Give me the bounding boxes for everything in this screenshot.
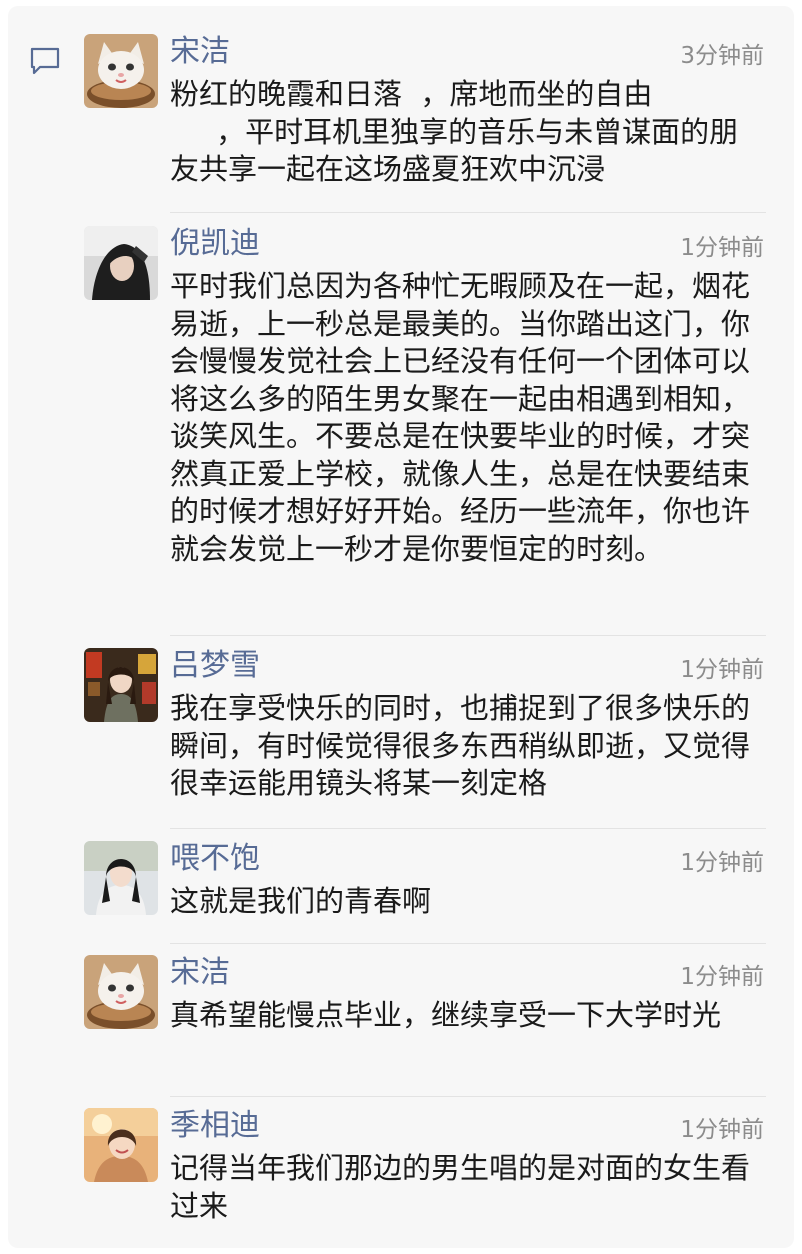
avatar[interactable]: [84, 226, 158, 300]
comment-timestamp: 3分钟前: [680, 43, 764, 69]
comment-text: 我在享受快乐的同时，也捕捉到了很多快乐的瞬间，有时候觉得很多东西稍纵即逝，又觉得…: [170, 691, 751, 800]
comment-author[interactable]: 宋洁: [170, 30, 230, 74]
comment-icon[interactable]: [28, 44, 62, 78]
comment-author[interactable]: 喂不饱: [170, 837, 260, 881]
comment-author[interactable]: 吕梦雪: [170, 644, 260, 688]
divider: [170, 1096, 766, 1097]
avatar[interactable]: [84, 841, 158, 915]
comment-text: 这就是我们的青春啊: [170, 884, 432, 918]
avatar[interactable]: [84, 1108, 158, 1182]
comment-timestamp: 1分钟前: [680, 657, 764, 683]
comment-text: 平时我们总因为各种忙无暇顾及在一起，烟花易逝，上一秒总是最美的。当你踏出这门，你…: [170, 269, 751, 566]
divider: [170, 635, 766, 636]
comments-panel: [8, 6, 794, 1248]
comment-text: 粉红的晚霞和日落 ，席地而坐的自由 ，平时耳机里独享的音乐与未曾谋面的朋友共享一…: [170, 77, 739, 186]
divider: [170, 828, 766, 829]
avatar[interactable]: [84, 34, 158, 108]
comment-timestamp: 1分钟前: [680, 1117, 764, 1143]
comment-timestamp: 1分钟前: [680, 964, 764, 990]
comment-author[interactable]: 倪凯迪: [170, 222, 260, 266]
comment-timestamp: 1分钟前: [680, 235, 764, 261]
divider: [170, 943, 766, 944]
avatar[interactable]: [84, 955, 158, 1029]
comment-author[interactable]: 宋洁: [170, 951, 230, 995]
comment-text: 记得当年我们那边的男生唱的是对面的女生看过来: [170, 1151, 751, 1223]
divider: [170, 212, 766, 213]
comment-timestamp: 1分钟前: [680, 850, 764, 876]
comment-text: 真希望能慢点毕业，继续享受一下大学时光: [170, 998, 722, 1032]
comment-author[interactable]: 季相迪: [170, 1104, 260, 1148]
avatar[interactable]: [84, 648, 158, 722]
